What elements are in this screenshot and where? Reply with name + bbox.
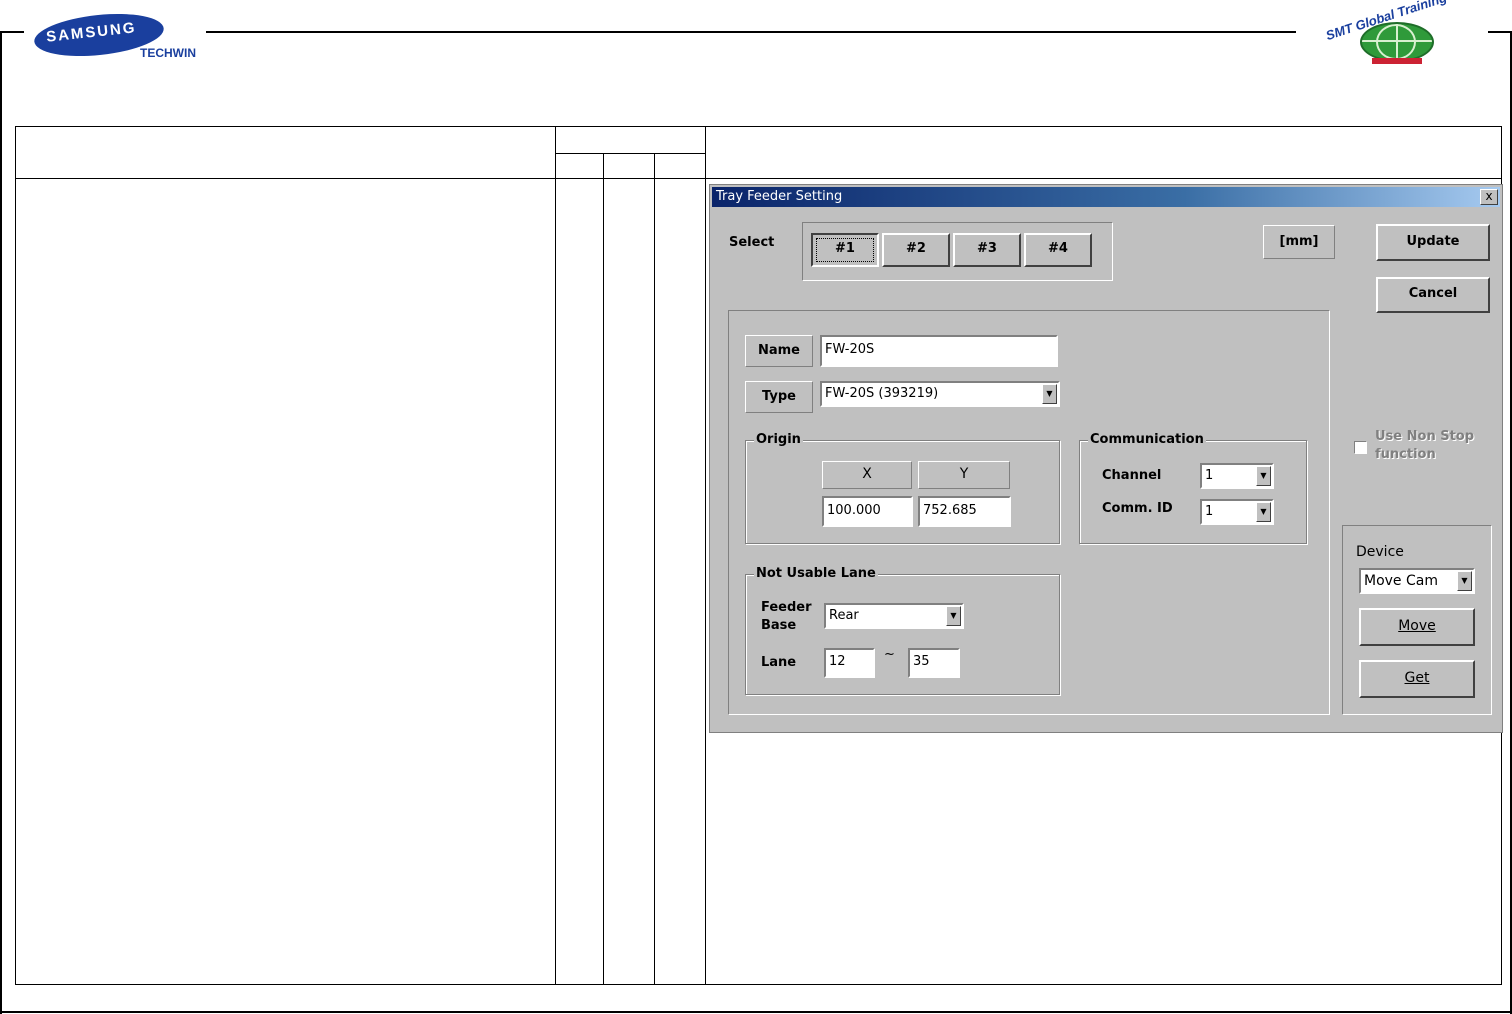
select-label: Select [729, 235, 775, 250]
globe-icon [1360, 22, 1434, 62]
chevron-down-icon[interactable]: ▼ [1256, 502, 1271, 522]
non-stop-checkbox[interactable] [1354, 441, 1367, 454]
communication-group: Communication [1079, 432, 1307, 544]
tray-feeder-setting-dialog: Tray Feeder Setting x Select #1 #2 #3 #4… [709, 184, 1503, 733]
device-select[interactable]: Move Cam ▼ [1359, 568, 1475, 594]
communication-title: Communication [1088, 432, 1206, 447]
unit-label: [mm] [1263, 225, 1335, 259]
comm-id-select[interactable]: 1 ▼ [1200, 499, 1274, 525]
frame-top-left [0, 31, 24, 33]
move-button[interactable]: Move [1359, 608, 1475, 646]
non-stop-label-line1: Use Non Stop [1375, 429, 1475, 444]
channel-label: Channel [1102, 468, 1162, 483]
origin-x-header: X [822, 461, 912, 489]
select-button-4[interactable]: #4 [1024, 233, 1092, 267]
dialog-title: Tray Feeder Setting [716, 189, 843, 204]
frame-left [0, 31, 2, 1014]
feeder-base-label-line2: Base [761, 618, 797, 633]
select-button-1[interactable]: #1 [811, 233, 879, 267]
lane-label: Lane [761, 655, 797, 670]
device-title: Device [1356, 544, 1404, 560]
name-field[interactable]: FW-20S [820, 335, 1058, 367]
globe-base-icon [1372, 58, 1422, 64]
frame-top-right [1488, 31, 1512, 33]
chevron-down-icon[interactable]: ▼ [1256, 466, 1271, 486]
frame-bottom [0, 1011, 1512, 1013]
lane-to-field[interactable]: 35 [908, 648, 960, 678]
name-label: Name [745, 335, 813, 367]
chevron-down-icon[interactable]: ▼ [1457, 571, 1472, 591]
type-label: Type [745, 381, 813, 413]
chevron-down-icon[interactable]: ▼ [946, 606, 961, 626]
origin-y-header: Y [918, 461, 1010, 489]
frame-top-middle [206, 31, 1296, 33]
dialog-titlebar: Tray Feeder Setting x [712, 187, 1500, 207]
feeder-base-select[interactable]: Rear ▼ [824, 603, 964, 629]
channel-select[interactable]: 1 ▼ [1200, 463, 1274, 489]
comm-id-label: Comm. ID [1102, 501, 1173, 516]
cancel-button[interactable]: Cancel [1376, 277, 1490, 313]
not-usable-lane-group: Not Usable Lane [745, 566, 1060, 695]
select-button-2[interactable]: #2 [882, 233, 950, 267]
not-usable-lane-title: Not Usable Lane [754, 566, 878, 581]
non-stop-label-line2: function [1375, 447, 1436, 462]
lane-separator: ~ [884, 647, 895, 662]
type-select[interactable]: FW-20S (393219) ▼ [820, 381, 1060, 407]
feeder-base-label-line1: Feeder [761, 600, 812, 615]
origin-x-field[interactable]: 100.000 [822, 496, 913, 527]
close-icon[interactable]: x [1480, 189, 1498, 205]
techwin-logo-text: TECHWIN [140, 46, 196, 60]
origin-y-field[interactable]: 752.685 [918, 496, 1011, 527]
select-button-3[interactable]: #3 [953, 233, 1021, 267]
origin-group: Origin [745, 432, 1060, 544]
update-button[interactable]: Update [1376, 224, 1490, 261]
get-button[interactable]: Get [1359, 660, 1475, 698]
lane-from-field[interactable]: 12 [824, 648, 875, 678]
origin-title: Origin [754, 432, 803, 447]
chevron-down-icon[interactable]: ▼ [1042, 384, 1057, 404]
